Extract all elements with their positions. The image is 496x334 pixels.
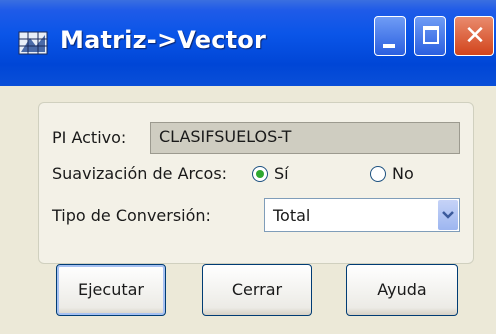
- window-title: Matriz->Vector: [60, 26, 267, 54]
- dialog-window: Matriz->Vector ✕ PI Activo: CLASIFSUELOS…: [0, 0, 496, 334]
- close-window-button[interactable]: ✕: [454, 16, 494, 56]
- pi-activo-field: CLASIFSUELOS-T: [150, 122, 460, 154]
- close-button[interactable]: Cerrar: [202, 264, 312, 316]
- minimize-icon: [383, 44, 395, 48]
- help-button[interactable]: Ayuda: [346, 264, 458, 316]
- dropdown-button[interactable]: [438, 200, 458, 230]
- execute-button[interactable]: Ejecutar: [56, 264, 166, 316]
- chevron-down-icon: [442, 211, 454, 219]
- pi-activo-label: PI Activo:: [52, 128, 127, 147]
- map-grid-icon: [18, 31, 48, 55]
- close-icon: ✕: [464, 21, 486, 51]
- conversion-type-value: Total: [273, 206, 311, 225]
- conversion-type-label: Tipo de Conversión:: [52, 206, 211, 225]
- radio-si-label[interactable]: Sí: [274, 164, 289, 183]
- radio-selected-dot: [256, 170, 264, 178]
- maximize-button[interactable]: [414, 16, 446, 56]
- maximize-icon: [423, 26, 439, 44]
- radio-no-label[interactable]: No: [392, 164, 414, 183]
- title-bar[interactable]: Matriz->Vector ✕: [0, 0, 496, 86]
- radio-no[interactable]: [370, 166, 386, 182]
- smoothing-label: Suavización de Arcos:: [52, 164, 228, 183]
- minimize-button[interactable]: [374, 16, 406, 56]
- radio-si[interactable]: [252, 166, 268, 182]
- conversion-type-select[interactable]: Total: [264, 198, 460, 232]
